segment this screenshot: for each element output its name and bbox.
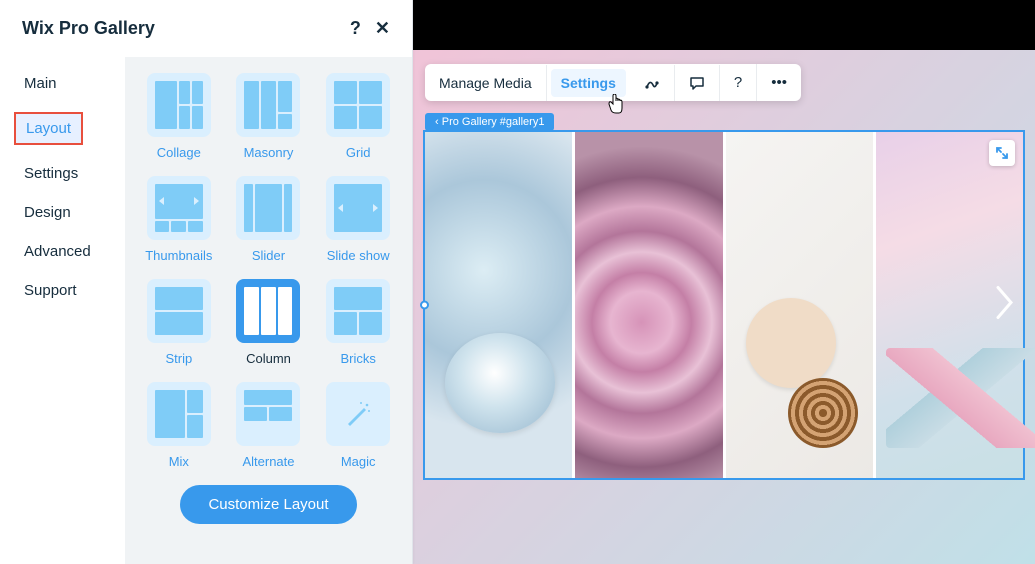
layout-strip[interactable]: Strip bbox=[139, 279, 219, 372]
breadcrumb-chevron-icon: ‹ bbox=[435, 116, 442, 128]
manage-media-button[interactable]: Manage Media bbox=[425, 65, 547, 101]
sidebar-item-main[interactable]: Main bbox=[24, 75, 113, 92]
sidebar-item-design[interactable]: Design bbox=[24, 204, 113, 221]
element-toolbar: Manage Media Settings ? ••• bbox=[425, 64, 801, 101]
layout-label: Slide show bbox=[327, 248, 390, 263]
layout-thumbnails[interactable]: Thumbnails bbox=[139, 176, 219, 269]
more-icon[interactable]: ••• bbox=[757, 64, 801, 101]
layout-label: Masonry bbox=[244, 145, 294, 160]
resize-handle-left[interactable] bbox=[420, 301, 429, 310]
sidebar-nav: Main Layout Settings Design Advanced Sup… bbox=[0, 57, 125, 564]
help-icon[interactable]: ? bbox=[350, 18, 361, 39]
layout-alternate[interactable]: Alternate bbox=[229, 382, 309, 475]
layout-masonry[interactable]: Masonry bbox=[229, 73, 309, 166]
panel-title: Wix Pro Gallery bbox=[22, 18, 155, 39]
gallery-item[interactable] bbox=[575, 132, 722, 478]
sidebar-item-layout[interactable]: Layout bbox=[16, 114, 81, 143]
layout-label: Strip bbox=[165, 351, 192, 366]
gallery-next-icon[interactable] bbox=[993, 283, 1017, 328]
magic-wand-icon bbox=[342, 398, 374, 430]
customize-layout-button[interactable]: Customize Layout bbox=[180, 485, 356, 524]
layout-label: Magic bbox=[341, 454, 376, 469]
layout-slider[interactable]: Slider bbox=[229, 176, 309, 269]
expand-icon[interactable] bbox=[989, 140, 1015, 166]
layout-grid[interactable]: Grid bbox=[318, 73, 398, 166]
layout-collage[interactable]: Collage bbox=[139, 73, 219, 166]
top-blackbar bbox=[413, 0, 1035, 50]
gallery-selection[interactable]: 75% off bbox=[423, 130, 1025, 480]
sale-badge: 75% off bbox=[467, 379, 512, 393]
sidebar-item-settings[interactable]: Settings bbox=[24, 165, 113, 182]
settings-panel: Wix Pro Gallery ? ✕ Main Layout Settings… bbox=[0, 0, 413, 564]
layout-label: Alternate bbox=[242, 454, 294, 469]
help-icon[interactable]: ? bbox=[720, 64, 757, 101]
breadcrumb[interactable]: ‹ Pro Gallery #gallery1 bbox=[425, 113, 554, 131]
close-icon[interactable]: ✕ bbox=[375, 18, 390, 39]
layouts-pane: Collage Masonry Grid Thumbnails Slider bbox=[125, 57, 412, 564]
layout-label: Collage bbox=[157, 145, 201, 160]
layout-column[interactable]: Column bbox=[229, 279, 309, 372]
settings-button[interactable]: Settings bbox=[551, 69, 626, 97]
breadcrumb-label: Pro Gallery #gallery1 bbox=[442, 116, 545, 128]
layout-bricks[interactable]: Bricks bbox=[318, 279, 398, 372]
panel-header: Wix Pro Gallery ? ✕ bbox=[0, 0, 412, 57]
animation-icon[interactable] bbox=[630, 65, 675, 101]
layout-mix[interactable]: Mix bbox=[139, 382, 219, 475]
layout-label: Slider bbox=[252, 248, 285, 263]
layout-slideshow[interactable]: Slide show bbox=[318, 176, 398, 269]
layout-label: Grid bbox=[346, 145, 371, 160]
layout-label: Bricks bbox=[340, 351, 375, 366]
editor-canvas: Manage Media Settings ? ••• ‹ Pro Galler… bbox=[413, 0, 1035, 564]
gallery-item[interactable]: 75% off bbox=[425, 132, 572, 478]
layout-label: Thumbnails bbox=[145, 248, 212, 263]
layout-label: Column bbox=[246, 351, 291, 366]
gallery-item[interactable] bbox=[726, 132, 873, 478]
sidebar-item-support[interactable]: Support bbox=[24, 282, 113, 299]
sidebar-item-advanced[interactable]: Advanced bbox=[24, 243, 113, 260]
layout-label: Mix bbox=[169, 454, 189, 469]
layout-magic[interactable]: Magic bbox=[318, 382, 398, 475]
comment-icon[interactable] bbox=[675, 65, 720, 101]
